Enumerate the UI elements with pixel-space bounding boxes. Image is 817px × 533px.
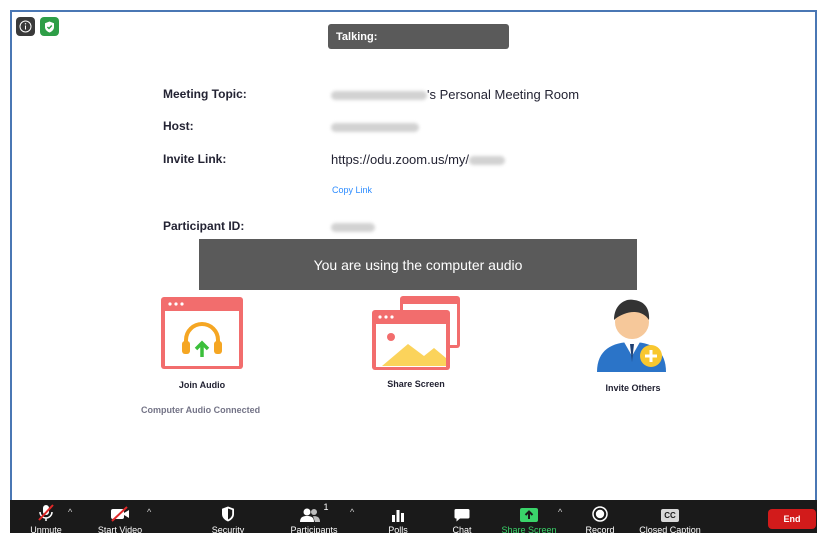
chat-label: Chat xyxy=(452,525,472,533)
share-screen-toolbar-label: Share Screen xyxy=(501,525,557,533)
share-screen-toolbar-button[interactable]: Share Screen xyxy=(498,500,560,533)
chat-button[interactable]: Chat xyxy=(442,500,482,533)
audio-connected-status: Computer Audio Connected xyxy=(141,405,261,415)
invite-link-label: Invite Link: xyxy=(163,152,227,166)
start-video-label: Start Video xyxy=(97,525,143,533)
closed-caption-label: Closed Caption xyxy=(639,525,701,533)
invite-url: https://odu.zoom.us/my/ xyxy=(331,152,470,167)
join-audio-button[interactable]: Join Audio xyxy=(158,296,246,390)
participants-icon xyxy=(300,508,321,522)
top-status-icons xyxy=(16,17,59,36)
encryption-shield-icon[interactable] xyxy=(40,17,59,36)
participants-button[interactable]: 1 Participants xyxy=(286,500,342,533)
closed-caption-button[interactable]: CC Closed Caption xyxy=(634,500,706,533)
invite-others-icon xyxy=(597,299,666,372)
participants-count: 1 xyxy=(323,502,329,512)
security-label: Security xyxy=(211,525,245,533)
start-video-button[interactable]: Start Video xyxy=(92,500,148,533)
redacted-link-id xyxy=(469,156,506,166)
audio-options-caret-icon[interactable]: ^ xyxy=(68,507,72,517)
audio-notification-banner: You are using the computer audio xyxy=(199,239,637,290)
polls-icon xyxy=(392,510,404,522)
share-screen-icon xyxy=(372,296,460,370)
participants-label: Participants xyxy=(290,525,338,533)
closed-caption-icon: CC xyxy=(661,509,679,522)
share-screen-label: Share Screen xyxy=(387,379,445,389)
record-icon xyxy=(592,506,608,522)
video-options-caret-icon[interactable]: ^ xyxy=(147,507,151,517)
polls-label: Polls xyxy=(388,525,408,533)
meeting-topic-value: 's Personal Meeting Room xyxy=(331,87,579,102)
join-audio-label: Join Audio xyxy=(178,380,226,390)
redacted-name xyxy=(331,91,427,101)
chat-icon xyxy=(454,509,470,522)
security-button[interactable]: Security xyxy=(206,500,250,533)
share-screen-arrow-icon xyxy=(520,508,538,522)
participant-id-label: Participant ID: xyxy=(163,219,245,233)
join-audio-icon xyxy=(161,297,243,369)
redacted-participant-id xyxy=(331,223,375,233)
record-button[interactable]: Record xyxy=(580,500,620,533)
unmute-label: Unmute xyxy=(30,525,62,533)
unmute-button[interactable]: Unmute xyxy=(24,500,68,533)
end-meeting-button[interactable]: End xyxy=(768,509,816,529)
meeting-toolbar: Unmute ^ Start Video ^ Security 1 Partic… xyxy=(10,500,817,533)
video-off-icon xyxy=(111,506,129,522)
info-icon[interactable] xyxy=(16,17,35,36)
talking-indicator: Talking: xyxy=(328,24,509,49)
security-shield-icon xyxy=(222,506,234,522)
invite-others-label: Invite Others xyxy=(605,383,661,393)
host-value xyxy=(331,119,419,134)
polls-button[interactable]: Polls xyxy=(378,500,418,533)
meeting-topic-label: Meeting Topic: xyxy=(163,87,247,101)
copy-link[interactable]: Copy Link xyxy=(332,185,372,195)
record-label: Record xyxy=(585,525,615,533)
participants-options-caret-icon[interactable]: ^ xyxy=(350,507,354,517)
share-screen-button[interactable]: Share Screen xyxy=(368,294,464,389)
invite-others-button[interactable]: Invite Others xyxy=(588,292,678,393)
redacted-host xyxy=(331,123,419,133)
muted-microphone-icon xyxy=(38,504,54,521)
invite-link-value: https://odu.zoom.us/my/ xyxy=(331,152,506,167)
participant-id-value xyxy=(331,219,375,234)
share-options-caret-icon[interactable]: ^ xyxy=(558,507,562,517)
host-label: Host: xyxy=(163,119,194,133)
meeting-topic-suffix: 's Personal Meeting Room xyxy=(427,87,580,102)
